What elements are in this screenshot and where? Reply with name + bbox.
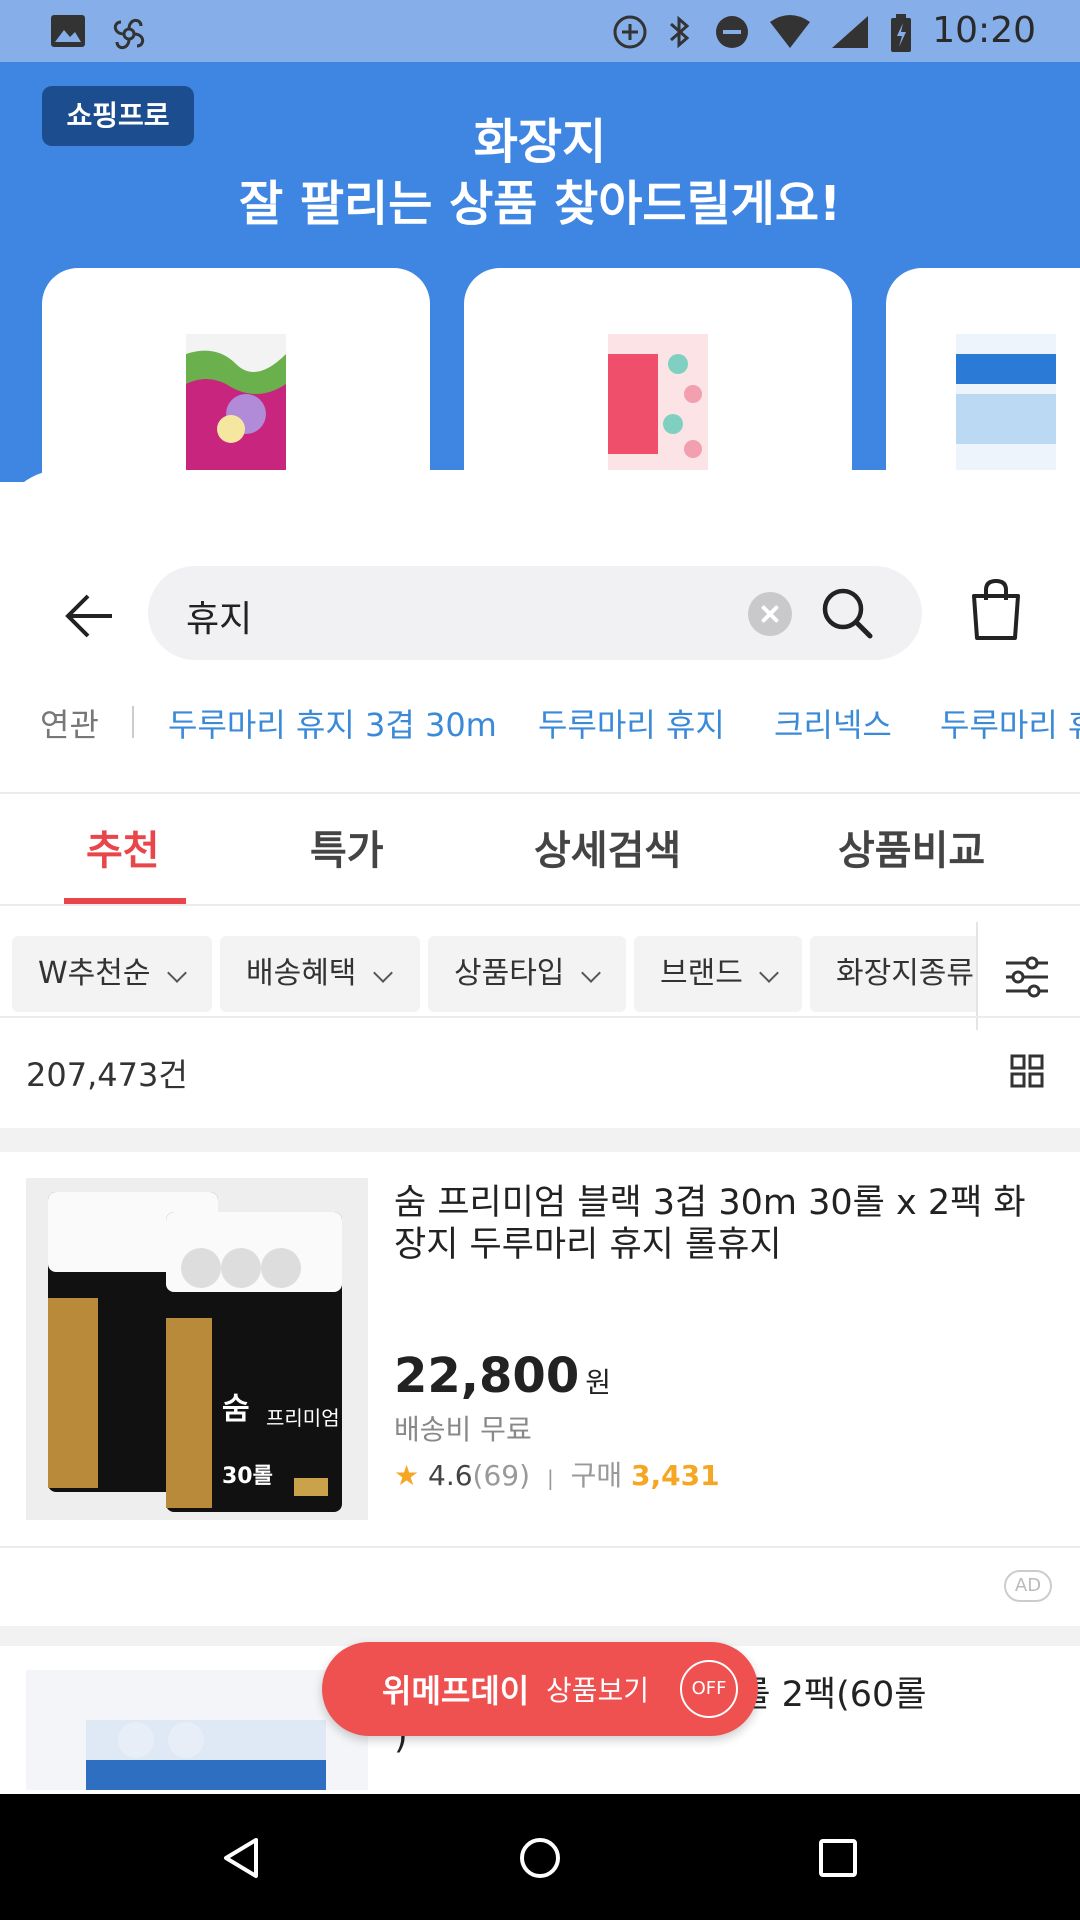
related-label: 연관: [40, 706, 99, 744]
recents-nav-icon[interactable]: [818, 1838, 858, 1878]
promo-product-card[interactable]: [42, 268, 430, 482]
gallery-icon: [51, 15, 85, 47]
product-price: 22,800 원: [394, 1348, 611, 1404]
clock: 10:20: [932, 10, 1036, 51]
rating-value: 4.6: [428, 1459, 473, 1492]
review-count: (69): [472, 1459, 531, 1492]
chevron-down-icon: [373, 963, 393, 983]
related-keywords: 연관 두루마리 휴지 3겹 30m 두루마리 휴지 크리넥스 두루마리 휴: [0, 692, 1080, 752]
chip-label: W추천순: [38, 956, 151, 991]
tab-detailed-search[interactable]: 상세검색: [534, 818, 681, 876]
fab-off-toggle[interactable]: OFF: [680, 1660, 738, 1718]
chevron-down-icon: [581, 963, 601, 983]
pinwheel-icon: [113, 18, 145, 50]
back-arrow-icon[interactable]: [64, 590, 116, 642]
do-not-disturb-icon: [716, 16, 748, 48]
brand-filter[interactable]: 브랜드: [634, 936, 802, 1012]
buy-count: 3,431: [631, 1459, 720, 1492]
clear-icon[interactable]: [748, 592, 792, 636]
product-image: [186, 334, 286, 474]
fab-label: 상품보기: [546, 1674, 650, 1707]
search-input[interactable]: 휴지: [148, 566, 922, 660]
divider: [0, 1016, 1080, 1018]
shopping-bag-icon[interactable]: [968, 578, 1024, 642]
search-bar-row: 휴지: [0, 566, 1080, 666]
chevron-down-icon: [167, 963, 187, 983]
divider: [0, 904, 1080, 906]
chip-label: 화장지종류: [836, 956, 974, 991]
grid-view-icon[interactable]: [1010, 1054, 1044, 1088]
ad-badge: AD: [1004, 1570, 1052, 1602]
sort-dropdown[interactable]: W추천순: [12, 936, 212, 1012]
thumb-pack-label: 30롤: [222, 1464, 273, 1489]
product-thumbnail: 숨 프리미엄 30롤: [26, 1178, 368, 1520]
shipping-info: 배송비 무료: [394, 1413, 532, 1446]
related-keyword[interactable]: 두루마리 휴: [940, 700, 1080, 746]
chip-label: 브랜드: [660, 956, 743, 991]
section-gap: [0, 1128, 1080, 1152]
battery-icon: [891, 14, 911, 52]
buy-label: 구매: [570, 1459, 623, 1492]
search-results-sheet: 휴지 연관 두루마리 휴지 3겹 30m 두루마리 휴지 크리넥스 두루마리 휴…: [0, 470, 1080, 1790]
chip-label: 배송혜택: [246, 956, 357, 991]
price-value: 22,800: [394, 1348, 580, 1404]
promo-product-card[interactable]: [886, 268, 1080, 482]
rating-row: ★ 4.6(69) | 구매 3,431: [394, 1454, 720, 1494]
bluetooth-icon: [670, 15, 690, 49]
divider: [0, 1546, 1080, 1548]
add-circle-icon: [613, 15, 647, 49]
product-image: [956, 334, 1056, 474]
divider: |: [546, 1466, 554, 1490]
thumb-brand-text: 숨: [222, 1392, 250, 1427]
back-nav-icon[interactable]: [220, 1836, 264, 1880]
fab-brand: 위메프데이: [382, 1672, 530, 1710]
sliders-icon: [1006, 956, 1048, 998]
tab-compare[interactable]: 상품비교: [838, 818, 985, 876]
product-title[interactable]: 숨 프리미엄 블랙 3겹 30m 30롤 x 2팩 화장지 두루마리 휴지 롤휴…: [394, 1182, 1054, 1266]
system-nav-bar: [0, 1794, 1080, 1920]
star-icon: ★: [394, 1459, 420, 1492]
tab-recommended[interactable]: 추천: [86, 818, 160, 876]
tab-bar: 추천 특가 상세검색 상품비교: [0, 794, 1080, 904]
promo-product-card[interactable]: [464, 268, 852, 482]
promo-title: 화장지: [473, 114, 607, 170]
wifi-icon: [770, 15, 810, 48]
promo-banner: 쇼핑프로 화장지 잘 팔리는 상품 찾아드릴게요!: [0, 62, 1080, 482]
product-thumbnail: [26, 1670, 368, 1790]
home-nav-icon[interactable]: [518, 1836, 562, 1880]
wemef-day-button[interactable]: 위메프데이 상품보기 OFF: [322, 1642, 758, 1736]
chip-label: 상품타입: [454, 956, 565, 991]
related-keyword[interactable]: 크리넥스: [774, 700, 892, 746]
tissue-pack-image: [26, 1670, 368, 1790]
thumb-sub-text: 프리미엄: [266, 1406, 340, 1430]
tab-deals[interactable]: 특가: [310, 818, 384, 876]
product-image: [608, 334, 708, 474]
chevron-down-icon: [759, 963, 779, 983]
price-currency: 원: [585, 1366, 611, 1399]
filter-settings-button[interactable]: [976, 922, 1080, 1030]
tissue-pack-image: [26, 1178, 368, 1520]
related-keyword[interactable]: 두루마리 휴지 3겹 30m: [168, 700, 497, 746]
divider: [132, 706, 134, 738]
shipping-filter[interactable]: 배송혜택: [220, 936, 420, 1012]
promo-subtitle: 잘 팔리는 상품 찾아드릴게요!: [239, 176, 841, 232]
status-bar: 10:20: [0, 0, 1080, 62]
product-type-filter[interactable]: 상품타입: [428, 936, 626, 1012]
search-query: 휴지: [186, 599, 253, 640]
product-list-item[interactable]: 숨 프리미엄 30롤 숨 프리미엄 블랙 3겹 30m 30롤 x 2팩 화장지…: [0, 1152, 1080, 1552]
signal-icon: [832, 16, 868, 48]
search-icon[interactable]: [820, 586, 874, 640]
result-count: 207,473건: [26, 1056, 188, 1094]
related-keyword[interactable]: 두루마리 휴지: [538, 700, 725, 746]
